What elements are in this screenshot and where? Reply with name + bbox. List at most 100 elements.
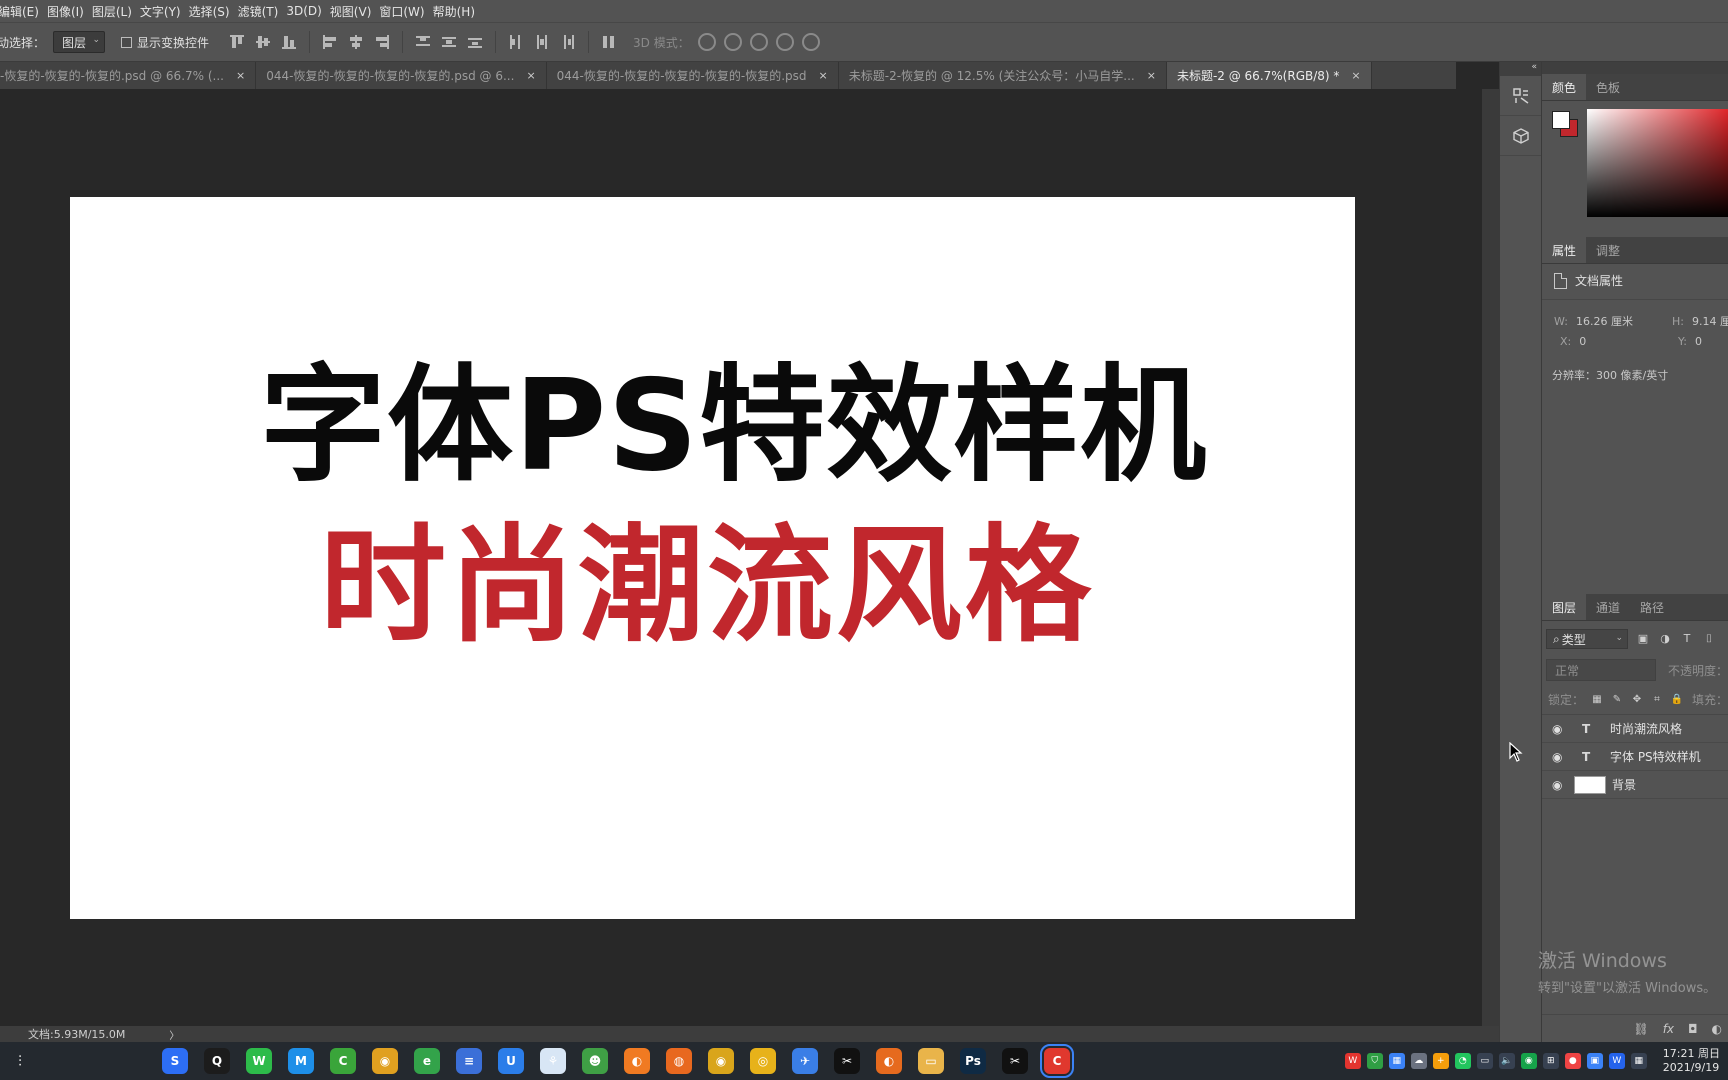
color-field[interactable] xyxy=(1587,109,1728,217)
eye-icon[interactable]: ◉ xyxy=(1552,778,1566,792)
canvas-area[interactable]: 字体PS特效样机 时尚潮流风格 xyxy=(0,89,1482,1026)
360-icon[interactable]: ◉ xyxy=(1520,1053,1537,1069)
distribute-bottom-icon[interactable] xyxy=(465,32,485,52)
distribute-right-icon[interactable] xyxy=(558,32,578,52)
width-field[interactable]: W: 16.26 厘米 xyxy=(1554,313,1633,329)
game-icon[interactable]: ☻ xyxy=(582,1048,608,1074)
orange-app-icon[interactable]: ◐ xyxy=(624,1048,650,1074)
auto-select-dropdown[interactable]: 图层 ⌄ xyxy=(53,31,106,53)
document-tab[interactable]: 044-恢复的-恢复的-恢复的-恢复的.psd @ 6... × xyxy=(256,62,547,89)
3d-rotate-icon[interactable] xyxy=(697,33,716,51)
layer-name[interactable]: 字体 PS特效样机 xyxy=(1610,748,1701,765)
mask-icon[interactable]: ◘ xyxy=(1688,1022,1698,1036)
adjustment-filter-icon[interactable]: ◑ xyxy=(1658,632,1672,646)
photoshop-icon[interactable]: Ps xyxy=(960,1048,986,1074)
browser-green-icon[interactable]: e xyxy=(414,1048,440,1074)
menu-item[interactable]: 3D(D) xyxy=(286,4,329,18)
document-canvas[interactable]: 字体PS特效样机 时尚潮流风格 xyxy=(70,197,1355,919)
yellow-app-icon[interactable]: ◎ xyxy=(750,1048,776,1074)
collapse-bar[interactable]: « xyxy=(1500,62,1541,76)
align-vcenter-icon[interactable] xyxy=(253,32,273,52)
plus-icon[interactable]: + xyxy=(1432,1053,1449,1069)
3d-panel-button[interactable] xyxy=(1500,116,1541,156)
blend-mode-select[interactable]: 正常 xyxy=(1546,659,1656,681)
menu-item[interactable]: 窗口(W) xyxy=(379,3,432,20)
eye-icon[interactable]: ◉ xyxy=(1552,722,1566,736)
lock-position-icon[interactable]: ✥ xyxy=(1630,693,1644,707)
lock-pixels-icon[interactable]: ✎ xyxy=(1610,693,1624,707)
windows-icon[interactable]: ⊞ xyxy=(1542,1053,1559,1069)
menu-item[interactable]: 编辑(E) xyxy=(0,3,47,20)
menu-item[interactable]: 图像(I) xyxy=(47,3,92,20)
align-left-icon[interactable] xyxy=(320,32,340,52)
adjustment-icon[interactable]: ◐ xyxy=(1712,1022,1722,1036)
close-icon[interactable]: × xyxy=(1351,69,1360,82)
height-field[interactable]: H: 9.14 厘 xyxy=(1672,313,1728,329)
red-app-icon[interactable]: C xyxy=(1040,1044,1074,1078)
chrome-icon[interactable]: ◉ xyxy=(372,1048,398,1074)
close-icon[interactable]: × xyxy=(1147,69,1156,82)
sogou-tray-icon[interactable]: W xyxy=(1344,1053,1361,1069)
layer-row[interactable]: ◉ T 字体 PS特效样机 xyxy=(1542,743,1728,771)
status-menu-arrow[interactable]: 〉 xyxy=(169,1027,179,1042)
distribute-hcenter-icon[interactable] xyxy=(532,32,552,52)
baidu-disk-icon[interactable]: U xyxy=(498,1048,524,1074)
notes-icon[interactable]: ≡ xyxy=(456,1048,482,1074)
distribute-vcenter-icon[interactable] xyxy=(439,32,459,52)
tab-color[interactable]: 颜色 xyxy=(1542,74,1587,100)
wechat-icon[interactable]: W xyxy=(246,1048,272,1074)
shape-filter-icon[interactable]: ⌷ xyxy=(1702,632,1716,646)
image-filter-icon[interactable]: ▣ xyxy=(1636,632,1650,646)
grid-icon[interactable]: ▦ xyxy=(1630,1053,1647,1069)
3d-slide-icon[interactable] xyxy=(775,33,794,51)
link-icon[interactable]: ⛓ xyxy=(1633,1022,1648,1036)
x-field[interactable]: X: 0 xyxy=(1560,335,1586,348)
menu-item[interactable]: 帮助(H) xyxy=(433,3,483,20)
photos-icon[interactable]: ⚘ xyxy=(540,1048,566,1074)
task-view-icon[interactable]: ⫶ xyxy=(0,1052,40,1070)
chrome2-icon[interactable]: ◉ xyxy=(708,1048,734,1074)
collapse-icon[interactable]: « xyxy=(1531,62,1537,72)
menu-item[interactable]: 选择(S) xyxy=(189,3,238,20)
align-bottom-icon[interactable] xyxy=(279,32,299,52)
document-tab[interactable]: -恢复的-恢复的-恢复的.psd @ 66.7% (... × xyxy=(0,62,257,89)
history-panel-button[interactable] xyxy=(1500,76,1541,116)
vertical-scrollbar[interactable] xyxy=(1482,89,1499,1026)
align-top-icon[interactable] xyxy=(227,32,247,52)
menu-item[interactable]: 文字(Y) xyxy=(140,3,189,20)
3d-pan-icon[interactable] xyxy=(749,33,768,51)
fx-icon[interactable]: fx xyxy=(1663,1022,1674,1036)
document-tab[interactable]: 044-恢复的-恢复的-恢复的-恢复的-恢复的.psd × xyxy=(547,62,839,89)
layer-name[interactable]: 时尚潮流风格 xyxy=(1610,720,1682,737)
tab-paths[interactable]: 路径 xyxy=(1630,594,1674,620)
3d-scale-icon[interactable] xyxy=(801,33,820,51)
orange2-app-icon[interactable]: ◐ xyxy=(876,1048,902,1074)
clock[interactable]: 17:21 周日 2021/9/19 xyxy=(1663,1047,1720,1075)
meeting-icon[interactable]: M xyxy=(288,1048,314,1074)
tab-channels[interactable]: 通道 xyxy=(1586,594,1630,620)
tab-properties[interactable]: 属性 xyxy=(1542,237,1587,263)
panel-collapse-bar[interactable] xyxy=(1542,62,1728,74)
layer-row[interactable]: ◉ 背景 xyxy=(1542,771,1728,799)
show-transform-checkbox[interactable]: 显示变换控件 xyxy=(121,34,209,51)
layer-filter-select[interactable]: ⌕ 类型 ⌄ xyxy=(1546,629,1628,649)
tab-layers[interactable]: 图层 xyxy=(1542,594,1587,620)
menu-item[interactable]: 图层(L) xyxy=(92,3,140,20)
lock-all-icon[interactable]: 🔒 xyxy=(1670,693,1684,707)
volume-icon[interactable]: 🔈 xyxy=(1498,1053,1515,1069)
monitor-icon[interactable]: ▭ xyxy=(1476,1053,1493,1069)
type-filter-icon[interactable]: T xyxy=(1680,632,1694,646)
screen-icon[interactable]: ▣ xyxy=(1586,1053,1603,1069)
tab-swatches[interactable]: 色板 xyxy=(1586,74,1630,100)
capcut2-icon[interactable]: ✂ xyxy=(1002,1048,1028,1074)
sogou-icon[interactable]: S xyxy=(162,1048,188,1074)
network-app-icon[interactable]: ▦ xyxy=(1388,1053,1405,1069)
firefox-icon[interactable]: ◍ xyxy=(666,1048,692,1074)
lock-artboard-icon[interactable]: ⌗ xyxy=(1650,693,1664,707)
checkbox-box[interactable] xyxy=(121,36,133,48)
layer-row[interactable]: ◉ T 时尚潮流风格 xyxy=(1542,715,1728,743)
cloud-icon[interactable]: ☁ xyxy=(1410,1053,1427,1069)
document-tab[interactable]: 未标题-2-恢复的 @ 12.5% (关注公众号：小马自学... × xyxy=(839,62,1167,89)
eye-icon[interactable]: ◉ xyxy=(1552,750,1566,764)
camtasia-icon[interactable]: C xyxy=(330,1048,356,1074)
